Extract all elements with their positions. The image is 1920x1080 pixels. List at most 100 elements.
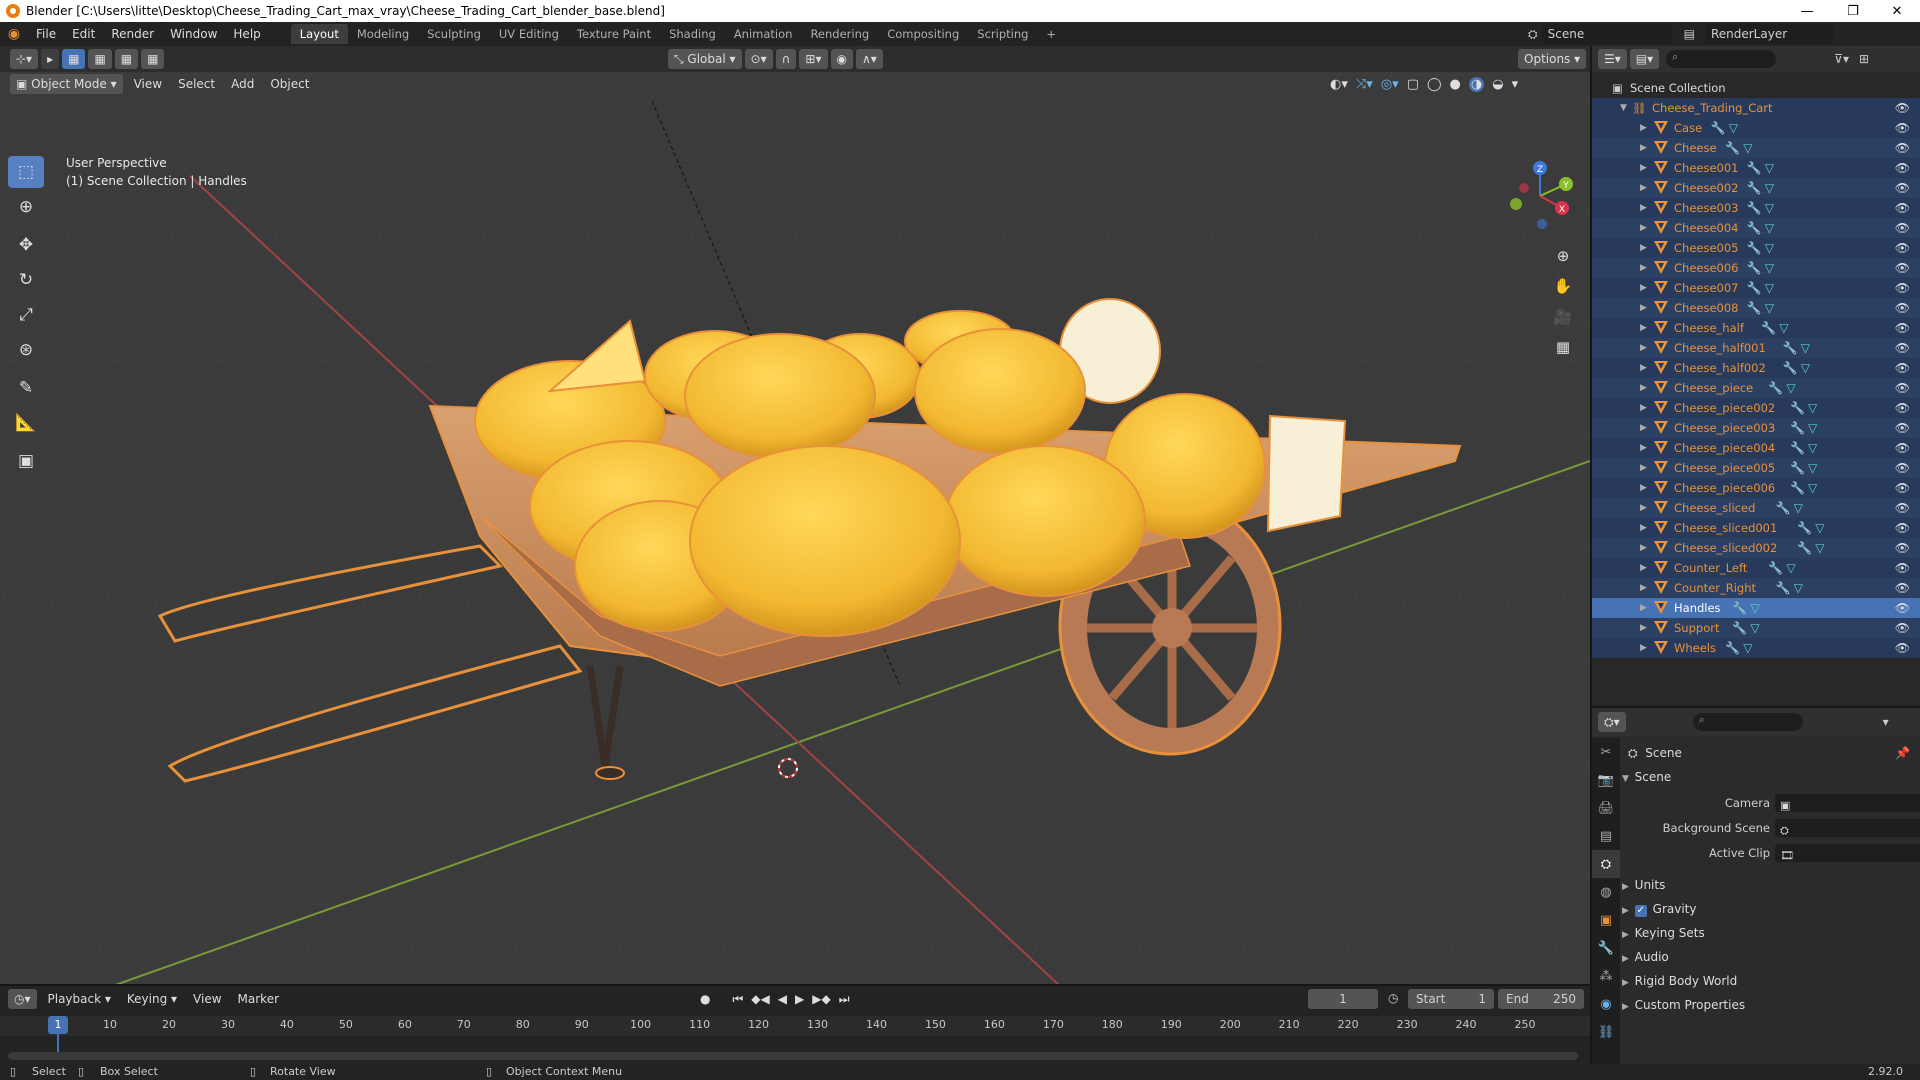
select-box-tool-icon[interactable]: ⬚ bbox=[8, 156, 44, 188]
menu-edit[interactable]: Edit bbox=[64, 22, 103, 46]
maximize-button[interactable]: ❐ bbox=[1830, 0, 1876, 22]
subpanel-header[interactable]: ▶ Rigid Body World bbox=[1622, 970, 1737, 992]
menu-view[interactable]: View bbox=[126, 77, 170, 91]
tab-compositing[interactable]: Compositing bbox=[878, 24, 968, 44]
tool-tab-icon[interactable]: ✂ bbox=[1592, 738, 1620, 766]
physics-tab-icon[interactable]: ◉ bbox=[1592, 990, 1620, 1018]
subpanel-header[interactable]: ▶ Keying Sets bbox=[1622, 922, 1705, 944]
expand-arrow-icon[interactable]: ▶ bbox=[1640, 298, 1647, 318]
modifier-wrench-icon[interactable]: 🔧 bbox=[1797, 538, 1812, 558]
visibility-eye-icon[interactable]: 👁 bbox=[1895, 238, 1910, 258]
options-dropdown[interactable]: Options ▾ bbox=[1518, 49, 1587, 69]
outliner-item[interactable]: ▶ Cheese005 🔧 ▽ 👁 bbox=[1592, 238, 1920, 258]
outliner-item[interactable]: ▶ Cheese_half002 🔧 ▽ 👁 bbox=[1592, 358, 1920, 378]
mesh-data-icon[interactable]: ▽ bbox=[1750, 598, 1759, 618]
properties-editor-type-icon[interactable]: ⛭▾ bbox=[1598, 712, 1626, 732]
outliner-item[interactable]: ▶ Cheese006 🔧 ▽ 👁 bbox=[1592, 258, 1920, 278]
expand-arrow-icon[interactable]: ▶ bbox=[1640, 278, 1647, 298]
outliner-item[interactable]: ▶ Cheese_piece003 🔧 ▽ 👁 bbox=[1592, 418, 1920, 438]
menu-playback[interactable]: Playback ▾ bbox=[40, 992, 119, 1006]
outliner-item[interactable]: ▶ Counter_Right 🔧 ▽ 👁 bbox=[1592, 578, 1920, 598]
subpanel-header[interactable]: ▶ Custom Properties bbox=[1622, 994, 1745, 1016]
modifier-wrench-icon[interactable]: 🔧 bbox=[1747, 178, 1762, 198]
scale-tool-icon[interactable]: ⤢ bbox=[8, 299, 44, 331]
jump-end-icon[interactable]: ⏭ bbox=[839, 992, 850, 1007]
mesh-data-icon[interactable]: ▽ bbox=[1743, 138, 1752, 158]
mesh-data-icon[interactable]: ▽ bbox=[1765, 278, 1774, 298]
prev-keyframe-icon[interactable]: ◆◀ bbox=[751, 992, 769, 1007]
visibility-eye-icon[interactable]: 👁 bbox=[1895, 258, 1910, 278]
expand-arrow-icon[interactable]: ▶ bbox=[1640, 378, 1647, 398]
scene-tab-icon[interactable]: ⛭ bbox=[1592, 850, 1620, 878]
tab-sculpting[interactable]: Sculpting bbox=[418, 24, 490, 44]
visibility-eye-icon[interactable]: 👁 bbox=[1895, 638, 1910, 658]
cursor-tool-icon[interactable]: ⊕ bbox=[8, 191, 44, 223]
mesh-data-icon[interactable]: ▽ bbox=[1765, 258, 1774, 278]
modifier-wrench-icon[interactable]: 🔧 bbox=[1725, 138, 1740, 158]
mesh-data-icon[interactable]: ▽ bbox=[1765, 178, 1774, 198]
menu-object[interactable]: Object bbox=[262, 77, 317, 91]
outliner-item[interactable]: ▶ Cheese_piece005 🔧 ▽ 👁 bbox=[1592, 458, 1920, 478]
expand-arrow-icon[interactable]: ▶ bbox=[1640, 258, 1647, 278]
tab-uv-editing[interactable]: UV Editing bbox=[490, 24, 568, 44]
modifier-wrench-icon[interactable]: 🔧 bbox=[1747, 158, 1762, 178]
expand-arrow-icon[interactable]: ▶ bbox=[1640, 218, 1647, 238]
move-tool-icon[interactable]: ✥ bbox=[8, 229, 44, 261]
modifier-wrench-icon[interactable]: 🔧 bbox=[1768, 558, 1783, 578]
mesh-data-icon[interactable]: ▽ bbox=[1808, 438, 1817, 458]
outliner-item[interactable]: ▶ Cheese 🔧 ▽ 👁 bbox=[1592, 138, 1920, 158]
3d-viewport[interactable]: ⊹▾ ▸ ▦ ▦ ▦ ▦ ⤡ Global ▾ ⊙▾ ∩ ⊞▾ ◉ ∧▾ Opt… bbox=[0, 46, 1590, 984]
expand-arrow-icon[interactable]: ▶ bbox=[1640, 638, 1647, 658]
select-mode-intersect-icon[interactable]: ▦ bbox=[141, 49, 165, 69]
expand-arrow-icon[interactable]: ▶ bbox=[1640, 338, 1647, 358]
object-tab-icon[interactable]: ▣ bbox=[1592, 906, 1620, 934]
mesh-data-icon[interactable]: ▽ bbox=[1750, 618, 1759, 638]
mesh-data-icon[interactable]: ▽ bbox=[1801, 358, 1810, 378]
expand-arrow-icon[interactable]: ▶ bbox=[1640, 178, 1647, 198]
mesh-data-icon[interactable]: ▽ bbox=[1808, 398, 1817, 418]
zoom-icon[interactable]: ⊕ bbox=[1548, 242, 1578, 270]
modifier-tab-icon[interactable]: 🔧 bbox=[1592, 934, 1620, 962]
filter-icon[interactable]: ⊽▾ bbox=[1834, 52, 1849, 66]
visibility-eye-icon[interactable]: 👁 bbox=[1895, 438, 1910, 458]
next-keyframe-icon[interactable]: ▶◆ bbox=[812, 992, 830, 1007]
expand-arrow-icon[interactable]: ▶ bbox=[1640, 158, 1647, 178]
shading-options-icon[interactable]: ▾ bbox=[1512, 77, 1519, 92]
visibility-eye-icon[interactable]: 👁 bbox=[1895, 578, 1910, 598]
expand-arrow-icon[interactable]: ▶ bbox=[1640, 518, 1647, 538]
pin-icon[interactable]: 📌 bbox=[1895, 746, 1910, 760]
menu-window[interactable]: Window bbox=[162, 22, 225, 46]
menu-file[interactable]: File bbox=[28, 22, 64, 46]
modifier-wrench-icon[interactable]: 🔧 bbox=[1783, 338, 1798, 358]
tab-modeling[interactable]: Modeling bbox=[348, 24, 418, 44]
mesh-data-icon[interactable]: ▽ bbox=[1779, 318, 1788, 338]
mesh-data-icon[interactable]: ▽ bbox=[1815, 518, 1824, 538]
display-mode-icon[interactable]: ▤▾ bbox=[1629, 49, 1660, 69]
modifier-wrench-icon[interactable]: 🔧 bbox=[1776, 578, 1791, 598]
select-tool-icon[interactable]: ▸ bbox=[41, 49, 60, 69]
modifier-wrench-icon[interactable]: 🔧 bbox=[1776, 498, 1791, 518]
mesh-data-icon[interactable]: ▽ bbox=[1743, 638, 1752, 658]
gravity-checkbox[interactable]: ✓ bbox=[1634, 905, 1647, 917]
visibility-eye-icon[interactable]: 👁 bbox=[1895, 298, 1910, 318]
visibility-eye-icon[interactable]: 👁 bbox=[1895, 358, 1910, 378]
select-mode-new-icon[interactable]: ▦ bbox=[62, 49, 86, 69]
modifier-wrench-icon[interactable]: 🔧 bbox=[1747, 258, 1762, 278]
outliner-item[interactable]: ▶ Cheese_piece004 🔧 ▽ 👁 bbox=[1592, 438, 1920, 458]
mesh-data-icon[interactable]: ▽ bbox=[1794, 578, 1803, 598]
outliner-item[interactable]: ▶ Cheese_piece 🔧 ▽ 👁 bbox=[1592, 378, 1920, 398]
scene-collection-row[interactable]: ▣ Scene Collection bbox=[1592, 78, 1920, 98]
outliner-item[interactable]: ▶ Cheese004 🔧 ▽ 👁 bbox=[1592, 218, 1920, 238]
modifier-wrench-icon[interactable]: 🔧 bbox=[1761, 318, 1776, 338]
add-workspace-button[interactable]: + bbox=[1037, 24, 1065, 44]
start-frame-field[interactable]: Start 1 bbox=[1408, 989, 1494, 1009]
play-icon[interactable]: ▶ bbox=[795, 992, 804, 1007]
modifier-wrench-icon[interactable]: 🔧 bbox=[1711, 118, 1726, 138]
visibility-eye-icon[interactable]: 👁 bbox=[1895, 418, 1910, 438]
properties-search-input[interactable]: ⌕ bbox=[1692, 713, 1803, 731]
visibility-eye-icon[interactable]: 👁 bbox=[1895, 318, 1910, 338]
subpanel-header[interactable]: ▶ ✓ Gravity bbox=[1622, 898, 1696, 920]
jump-start-icon[interactable]: ⏮ bbox=[732, 992, 743, 1007]
modifier-wrench-icon[interactable]: 🔧 bbox=[1790, 398, 1805, 418]
visibility-eye-icon[interactable]: 👁 bbox=[1895, 458, 1910, 478]
